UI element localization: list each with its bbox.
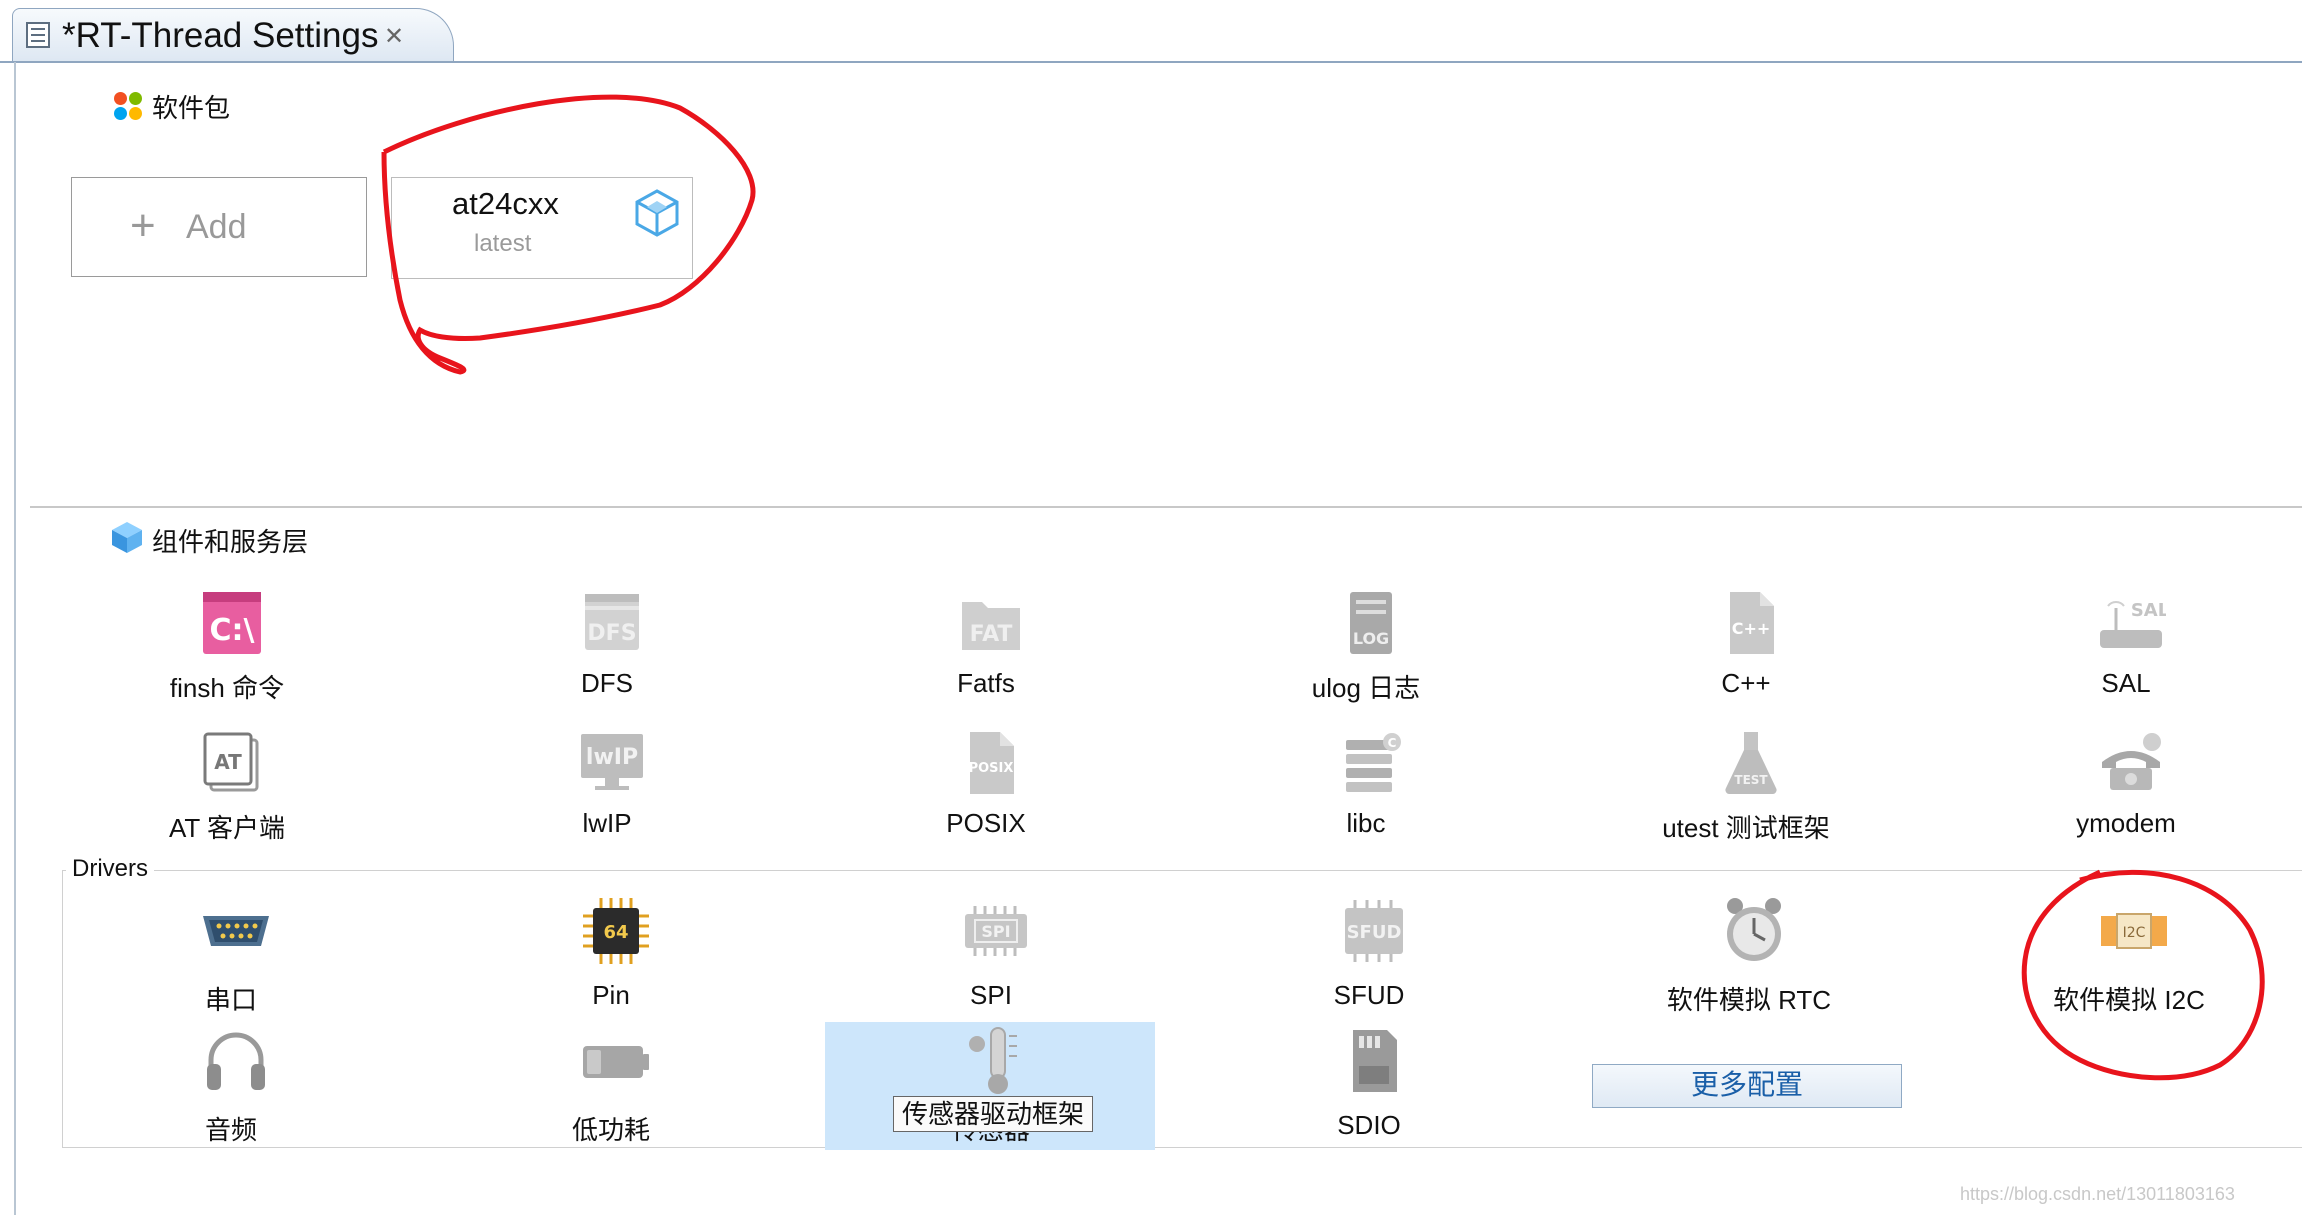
svg-text:TEST: TEST [1734, 773, 1768, 787]
editor-left-border [14, 62, 16, 1215]
battery-icon [583, 1046, 649, 1078]
component-label: finsh 命令 [169, 673, 285, 703]
section-divider [30, 506, 2302, 508]
sal-router-icon: SAL [2100, 600, 2166, 648]
packages-section-title: 软件包 [152, 93, 231, 123]
sensor-tooltip: 传感器驱动框架 [893, 1096, 1094, 1132]
svg-text:SPI: SPI [981, 922, 1010, 941]
serial-port-icon [203, 916, 269, 946]
component-label: utest 测试框架 [1662, 813, 1830, 843]
svg-text:lwIP: lwIP [586, 745, 638, 770]
i2c-chip-icon: I2C [2101, 913, 2167, 949]
cpp-file-icon: C++ [1730, 592, 1774, 654]
svg-text:DFS: DFS [587, 621, 636, 646]
component-label: SAL [2101, 668, 2151, 698]
driver-label: SFUD [1333, 980, 1405, 1010]
svg-text:64: 64 [603, 922, 628, 943]
libc-books-icon: C [1346, 733, 1401, 792]
components-cube-icon [112, 522, 142, 553]
driver-label: Pin [592, 980, 630, 1010]
package-version: latest [474, 230, 532, 257]
component-label: POSIX [946, 808, 1026, 838]
at-client-icon: AT [203, 732, 259, 792]
close-icon[interactable]: ✕ [384, 22, 404, 51]
add-package-label: Add [186, 208, 247, 246]
driver-label: 软件模拟 I2C [2053, 985, 2205, 1015]
component-label: lwIP [582, 808, 632, 838]
watermark: https://blog.csdn.net/13011803163 [1960, 1184, 2235, 1204]
driver-label: 音频 [204, 1115, 257, 1145]
sd-card-icon [1353, 1030, 1397, 1092]
add-package-button[interactable]: + Add [71, 177, 367, 277]
svg-text:C:\: C:\ [210, 613, 255, 648]
svg-text:I2C: I2C [2123, 925, 2146, 941]
svg-text:C: C [1388, 736, 1397, 750]
headphones-icon [207, 1032, 265, 1090]
plus-icon: + [130, 201, 156, 250]
component-label: DFS [581, 668, 633, 698]
package-name: at24cxx [452, 186, 559, 221]
svg-text:AT: AT [214, 750, 242, 774]
svg-text:POSIX: POSIX [969, 761, 1014, 776]
svg-text:SAL: SAL [2131, 600, 2166, 621]
test-flask-icon: TEST [1725, 732, 1777, 795]
dfs-folder-icon: DFS [585, 594, 639, 650]
lwip-monitor-icon: lwIP [581, 734, 643, 790]
component-label: Fatfs [957, 668, 1015, 698]
component-label: libc [1346, 808, 1386, 838]
package-card-at24cxx[interactable]: at24cxx latest [391, 177, 693, 279]
more-config-button[interactable]: 更多配置 [1592, 1064, 1902, 1108]
log-icon: LOG [1350, 592, 1392, 654]
pin-chip-icon: 64 [583, 898, 649, 964]
tab-underline [0, 61, 2302, 63]
svg-text:SFUD: SFUD [1347, 922, 1402, 943]
rtc-clock-icon [1727, 898, 1781, 961]
component-label: ymodem [2076, 808, 2176, 838]
console-icon: C:\ [203, 592, 261, 654]
sfud-chip-icon: SFUD [1345, 900, 1403, 962]
tab-title: *RT-Thread Settings [62, 16, 379, 55]
driver-label: 低功耗 [571, 1115, 650, 1145]
fat-folder-icon: FAT [962, 602, 1020, 650]
drivers-group [62, 870, 2302, 1148]
components-section-title: 组件和服务层 [152, 527, 309, 557]
drivers-group-label: Drivers [66, 855, 154, 883]
svg-text:LOG: LOG [1353, 629, 1389, 648]
svg-text:C++: C++ [1732, 619, 1771, 638]
driver-label: 串口 [204, 985, 257, 1015]
component-label: AT 客户端 [168, 813, 286, 843]
thermometer-icon [969, 1027, 1017, 1094]
component-label: C++ [1721, 668, 1771, 698]
spi-chip-icon: SPI [965, 906, 1027, 956]
ymodem-phone-icon [2102, 733, 2161, 790]
svg-text:FAT: FAT [970, 622, 1013, 647]
component-label: ulog 日志 [1311, 673, 1421, 703]
packages-icon [114, 92, 144, 122]
driver-label: 软件模拟 RTC [1666, 985, 1832, 1015]
package-cube-icon [635, 189, 679, 237]
driver-label: SDIO [1337, 1110, 1401, 1140]
settings-page-icon [26, 22, 50, 48]
driver-label: SPI [970, 980, 1012, 1010]
posix-file-icon: POSIX [969, 732, 1014, 794]
